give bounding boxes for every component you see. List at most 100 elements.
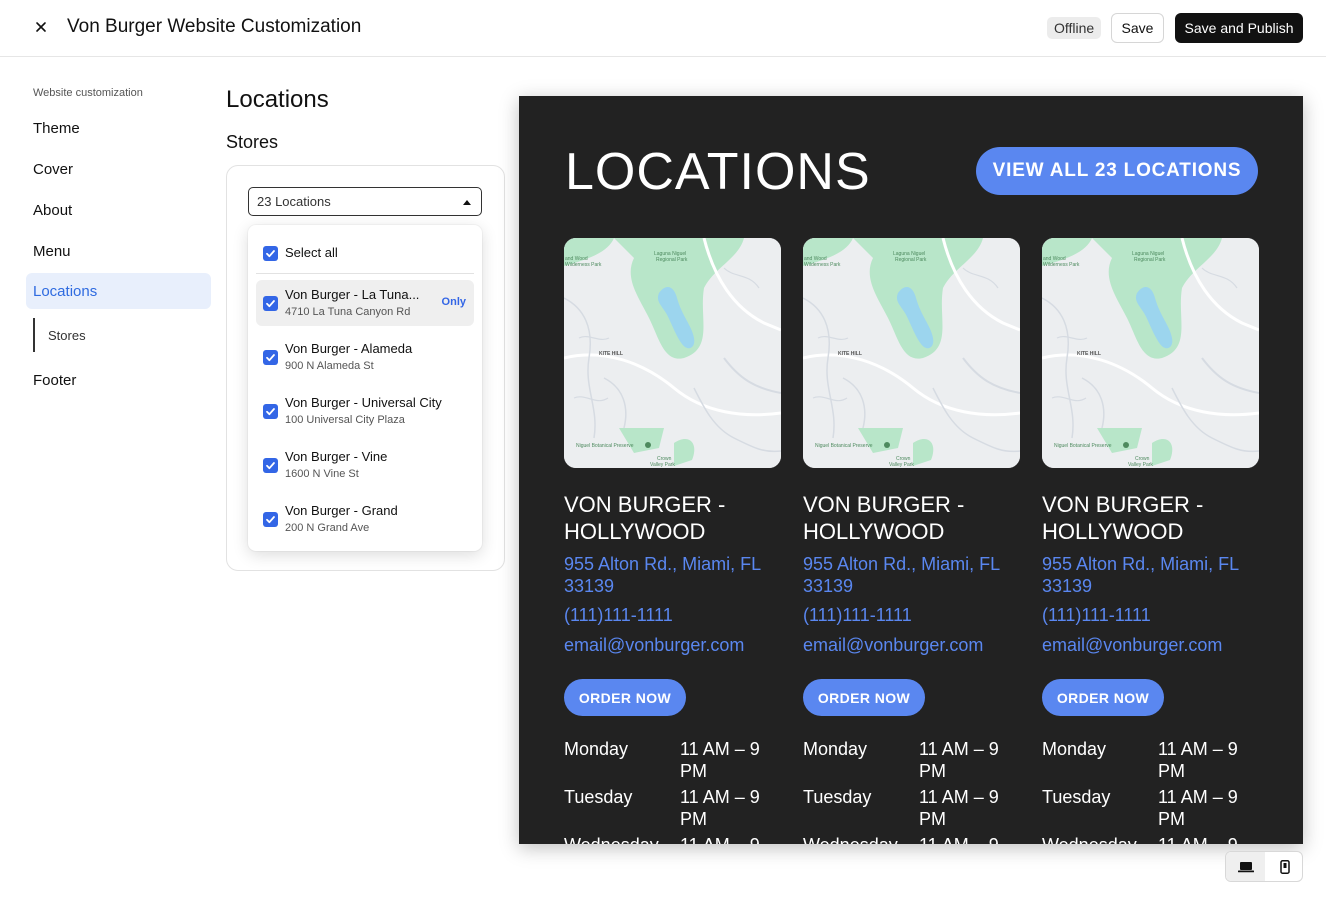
store-name: Von Burger - Vine [285, 449, 388, 464]
sidebar-item-cover[interactable]: Cover [26, 151, 211, 187]
hours-time: 11 AM – 9 PM [1158, 739, 1238, 781]
hours-time: 11 AM – 9 PM [919, 787, 999, 829]
map-image: Laguna Niguel Regional Park and Wood Wil… [803, 238, 1020, 468]
save-and-publish-button[interactable]: Save and Publish [1175, 13, 1303, 43]
close-button[interactable] [28, 14, 54, 40]
location-phone[interactable]: (111)111-1111 [803, 605, 912, 626]
sidebar-item-footer[interactable]: Footer [26, 362, 211, 398]
device-toggle [1225, 851, 1303, 882]
store-option[interactable]: Von Burger - Alameda 900 N Alameda St [256, 334, 474, 380]
map-label: Regional Park [656, 257, 688, 263]
select-all-label: Select all [285, 245, 338, 260]
desktop-view-button[interactable] [1226, 852, 1265, 881]
locations-select[interactable]: 23 Locations [248, 187, 482, 216]
hours-time: 11 AM – 9 PM [680, 739, 760, 781]
location-email[interactable]: email@vonburger.com [1042, 635, 1222, 656]
map-label: Niguel Botanical Preserve [815, 443, 873, 449]
hours-day: Tuesday [564, 787, 633, 807]
store-checkbox[interactable] [263, 512, 278, 527]
store-option[interactable]: Von Burger - La Tuna... 4710 La Tuna Can… [256, 280, 474, 326]
store-checkbox[interactable] [263, 350, 278, 365]
map-label: KITE HILL [838, 351, 862, 357]
check-icon [266, 250, 275, 258]
location-name: VON BURGER - HOLLYWOOD [564, 492, 726, 544]
store-name: Von Burger - Grand [285, 503, 398, 518]
location-phone[interactable]: (111)111-1111 [564, 605, 673, 626]
store-address: 1600 N Vine St [285, 468, 359, 480]
top-bar: Von Burger Website Customization Offline… [0, 0, 1326, 57]
location-address[interactable]: 955 Alton Rd., Miami, FL 33139 [803, 553, 1020, 597]
store-checkbox[interactable] [263, 404, 278, 419]
hours-day: Tuesday [1042, 787, 1111, 807]
store-option[interactable]: Von Burger - Grand 200 N Grand Ave [256, 496, 474, 542]
mobile-view-button[interactable] [1265, 852, 1304, 881]
order-now-button[interactable]: ORDER NOW [1042, 679, 1164, 716]
hours-time: 11 AM – 9 PM [919, 834, 1019, 844]
mobile-icon [1279, 859, 1290, 874]
store-address: 200 N Grand Ave [285, 522, 370, 534]
check-icon [266, 462, 275, 470]
dropdown-divider [256, 273, 474, 274]
store-option[interactable]: Von Burger - Universal City 100 Universa… [256, 388, 474, 434]
sidebar-subitem-stores[interactable]: Stores [33, 318, 86, 352]
app-title: Von Burger Website Customization [67, 16, 362, 37]
website-preview: LOCATIONS VIEW ALL 23 LOCATIONS Laguna N… [519, 96, 1303, 844]
location-phone[interactable]: (111)111-1111 [1042, 605, 1151, 626]
sidebar-item-menu[interactable]: Menu [26, 233, 211, 269]
hours-time: 11 AM – 9 PM [680, 787, 760, 829]
store-checkbox[interactable] [263, 296, 278, 311]
hours-day: Monday [803, 739, 868, 759]
hours-time: 11 AM – 9 PM [1158, 787, 1238, 829]
map-label: Valley Park [650, 462, 675, 468]
hours-time: 11 AM – 9 PM [1158, 834, 1258, 844]
hours-day: Monday [564, 739, 629, 759]
hours-day: Tuesday [803, 787, 872, 807]
map-label: Valley Park [1128, 462, 1153, 468]
map-label: Regional Park [895, 257, 927, 263]
store-address: 4710 La Tuna Canyon Rd [285, 306, 411, 318]
store-name: Von Burger - Universal City [285, 395, 442, 410]
store-name: Von Burger - Alameda [285, 341, 413, 356]
order-now-button[interactable]: ORDER NOW [564, 679, 686, 716]
hours-day: Monday [1042, 739, 1107, 759]
section-subtitle: Stores [226, 132, 279, 152]
location-address[interactable]: 955 Alton Rd., Miami, FL 33139 [564, 553, 781, 597]
location-address[interactable]: 955 Alton Rd., Miami, FL 33139 [1042, 553, 1259, 597]
location-name: VON BURGER - HOLLYWOOD [1042, 492, 1204, 544]
store-name: Von Burger - La Tuna... [285, 287, 420, 302]
caret-up-icon [463, 200, 471, 205]
store-option[interactable]: Von Burger - Vine 1600 N Vine St [256, 442, 474, 488]
hours-day: Wednesday [803, 834, 898, 844]
location-map[interactable]: Laguna Niguel Regional Park and Wood Wil… [564, 238, 781, 468]
hours-time: 11 AM – 9 PM [680, 834, 780, 844]
close-icon [36, 22, 46, 32]
store-address: 900 N Alameda St [285, 360, 374, 372]
map-label: Wilderness Park [565, 262, 602, 268]
location-map[interactable]: Laguna Niguel Regional Park and Wood Wil… [1042, 238, 1259, 468]
store-checkbox[interactable] [263, 458, 278, 473]
map-label: Regional Park [1134, 257, 1166, 263]
only-button[interactable]: Only [442, 296, 466, 308]
store-address: 100 Universal City Plaza [285, 414, 405, 426]
check-icon [266, 408, 275, 416]
locations-select-value: 23 Locations [257, 194, 331, 209]
check-icon [266, 516, 275, 524]
location-email[interactable]: email@vonburger.com [564, 635, 744, 656]
sidebar-item-about[interactable]: About [26, 192, 211, 228]
hours-time: 11 AM – 9 PM [919, 739, 999, 781]
order-now-button[interactable]: ORDER NOW [803, 679, 925, 716]
location-map[interactable]: Laguna Niguel Regional Park and Wood Wil… [803, 238, 1020, 468]
section-title: Locations [226, 86, 329, 113]
hours-day: Wednesday [1042, 834, 1137, 844]
location-email[interactable]: email@vonburger.com [803, 635, 983, 656]
map-image: Laguna Niguel Regional Park and Wood Wil… [564, 238, 781, 468]
locations-dropdown: Select all Von Burger - La Tuna... 4710 … [248, 225, 482, 551]
view-all-locations-button[interactable]: VIEW ALL 23 LOCATIONS [976, 147, 1258, 195]
sidebar-item-locations[interactable]: Locations [26, 273, 211, 309]
select-all-checkbox[interactable] [263, 246, 278, 261]
save-button[interactable]: Save [1111, 13, 1164, 43]
location-name: VON BURGER - HOLLYWOOD [803, 492, 965, 544]
map-label: Wilderness Park [1043, 262, 1080, 268]
sidebar-item-theme[interactable]: Theme [26, 110, 211, 146]
map-image: Laguna Niguel Regional Park and Wood Wil… [1042, 238, 1259, 468]
